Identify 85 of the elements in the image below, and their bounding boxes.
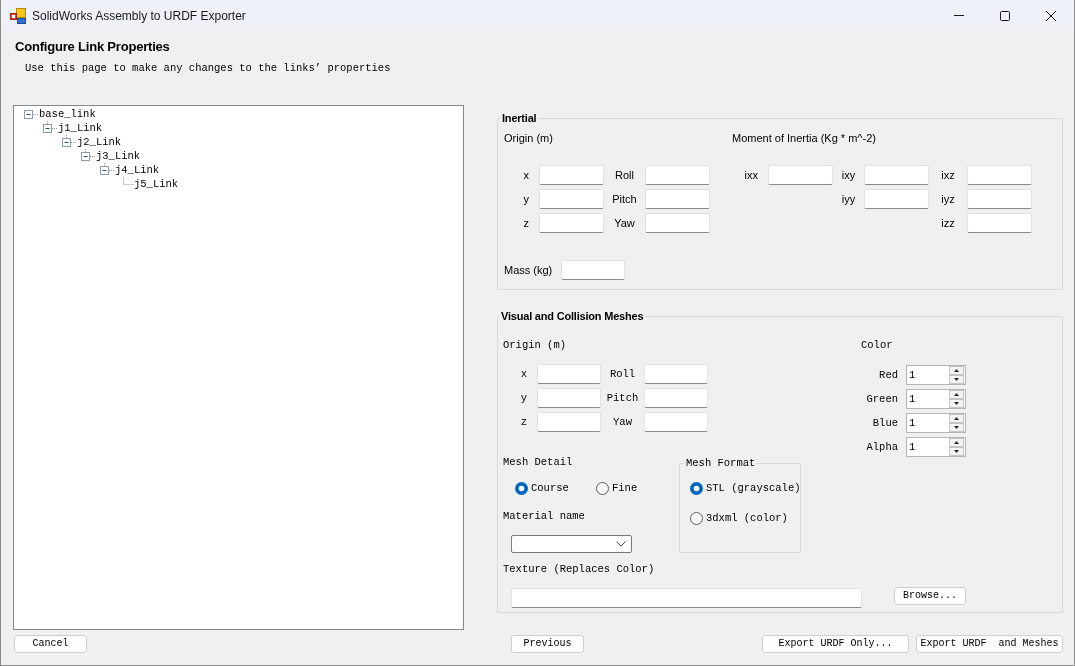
tree-item[interactable]: base_link bbox=[39, 107, 96, 121]
radio-button[interactable]: 3dxml (color) bbox=[690, 511, 796, 525]
input-field[interactable] bbox=[645, 189, 710, 209]
input-field[interactable] bbox=[511, 588, 862, 608]
field-label: y bbox=[519, 391, 528, 406]
field-label: x bbox=[519, 367, 528, 382]
field-label: Yaw bbox=[612, 415, 633, 430]
radio-button[interactable]: Course bbox=[515, 481, 596, 495]
field-label: iyy bbox=[840, 192, 857, 207]
input-field[interactable] bbox=[864, 189, 929, 209]
field-label: Red bbox=[878, 368, 898, 383]
origin-label: Origin (m) bbox=[504, 131, 554, 145]
tree-item[interactable]: j1_Link bbox=[58, 121, 103, 135]
group-title: Visual and Collision Meshes bbox=[500, 309, 645, 323]
group-title: Mesh Format bbox=[685, 456, 757, 470]
previous-button[interactable]: Previous bbox=[511, 635, 584, 653]
mesh-detail-label: Mesh Detail bbox=[503, 455, 574, 469]
mass-label: Mass (kg) bbox=[504, 263, 554, 278]
cancel-button[interactable]: Cancel bbox=[14, 635, 87, 653]
input-field[interactable] bbox=[645, 213, 710, 233]
field-label: Pitch bbox=[611, 192, 638, 207]
spin-box[interactable]: 1 bbox=[906, 413, 966, 433]
tree-item[interactable]: j2_Link bbox=[77, 135, 122, 149]
tree-item[interactable]: j3_Link bbox=[96, 149, 141, 163]
inertia-label: Moment of Inertia (Kg * m^-2) bbox=[732, 131, 877, 145]
minimize-icon bbox=[954, 15, 964, 16]
input-field[interactable] bbox=[967, 165, 1032, 185]
field-label: Green bbox=[865, 392, 898, 407]
group-title: Inertial bbox=[501, 111, 538, 125]
export-urdf-button[interactable]: Export URDF Only... bbox=[762, 635, 909, 653]
app-icon bbox=[10, 7, 26, 24]
input-field[interactable] bbox=[645, 165, 710, 185]
input-field[interactable] bbox=[967, 189, 1032, 209]
input-field[interactable] bbox=[644, 388, 708, 408]
input-field[interactable] bbox=[561, 260, 625, 280]
minus-box-icon[interactable] bbox=[41, 121, 58, 135]
color-label: Color bbox=[861, 338, 894, 352]
field-label: Yaw bbox=[613, 216, 636, 231]
material-dropdown[interactable] bbox=[511, 535, 632, 553]
field-label: Blue bbox=[871, 416, 898, 431]
input-field[interactable] bbox=[768, 165, 833, 185]
input-field[interactable] bbox=[537, 388, 601, 408]
spin-box[interactable]: 1 bbox=[906, 389, 966, 409]
input-field[interactable] bbox=[537, 364, 601, 384]
field-label: Roll bbox=[608, 367, 637, 382]
field-label: Roll bbox=[614, 168, 635, 183]
minus-box-icon[interactable] bbox=[60, 135, 77, 149]
browse-button[interactable]: Browse... bbox=[894, 587, 966, 605]
tree-item[interactable]: j5_Link bbox=[134, 177, 179, 191]
material-label: Material name bbox=[503, 509, 586, 523]
spin-box[interactable]: 1 bbox=[906, 365, 966, 385]
field-label: ixy bbox=[840, 168, 857, 183]
input-field[interactable] bbox=[539, 189, 604, 209]
minus-box-icon[interactable] bbox=[79, 149, 96, 163]
field-label: iyz bbox=[940, 192, 956, 207]
chevron-down-icon bbox=[616, 541, 626, 547]
field-label: Pitch bbox=[605, 391, 640, 406]
input-field[interactable] bbox=[864, 165, 929, 185]
input-field[interactable] bbox=[644, 364, 708, 384]
window-title: SolidWorks Assembly to URDF Exporter bbox=[32, 8, 246, 23]
page-title: Configure Link Properties bbox=[15, 39, 171, 55]
field-label: ixz bbox=[940, 168, 956, 183]
radio-button[interactable]: Fine bbox=[596, 481, 677, 495]
export-meshes-button[interactable]: Export URDF and Meshes bbox=[916, 635, 1063, 653]
maximize-icon bbox=[1000, 10, 1010, 21]
field-label: ixx bbox=[743, 168, 759, 183]
input-field[interactable] bbox=[539, 213, 604, 233]
input-field[interactable] bbox=[644, 412, 708, 432]
field-label: z bbox=[519, 415, 528, 430]
input-field[interactable] bbox=[537, 412, 601, 432]
field-label: z bbox=[522, 216, 530, 231]
field-label: x bbox=[522, 168, 530, 183]
close-icon bbox=[1046, 10, 1056, 21]
texture-label: Texture (Replaces Color) bbox=[503, 562, 656, 576]
field-label: y bbox=[522, 192, 530, 207]
origin-label: Origin (m) bbox=[503, 338, 567, 352]
input-field[interactable] bbox=[967, 213, 1032, 233]
tree-item[interactable]: j4_Link bbox=[115, 163, 160, 177]
spin-box[interactable]: 1 bbox=[906, 437, 966, 457]
field-label: izz bbox=[940, 216, 956, 231]
minus-box-icon[interactable] bbox=[98, 163, 115, 177]
page-subtitle: Use this page to make any changes to the links’ properties bbox=[25, 61, 392, 75]
minus-box-icon[interactable] bbox=[22, 107, 39, 121]
field-label: Alpha bbox=[865, 440, 898, 455]
input-field[interactable] bbox=[539, 165, 604, 185]
